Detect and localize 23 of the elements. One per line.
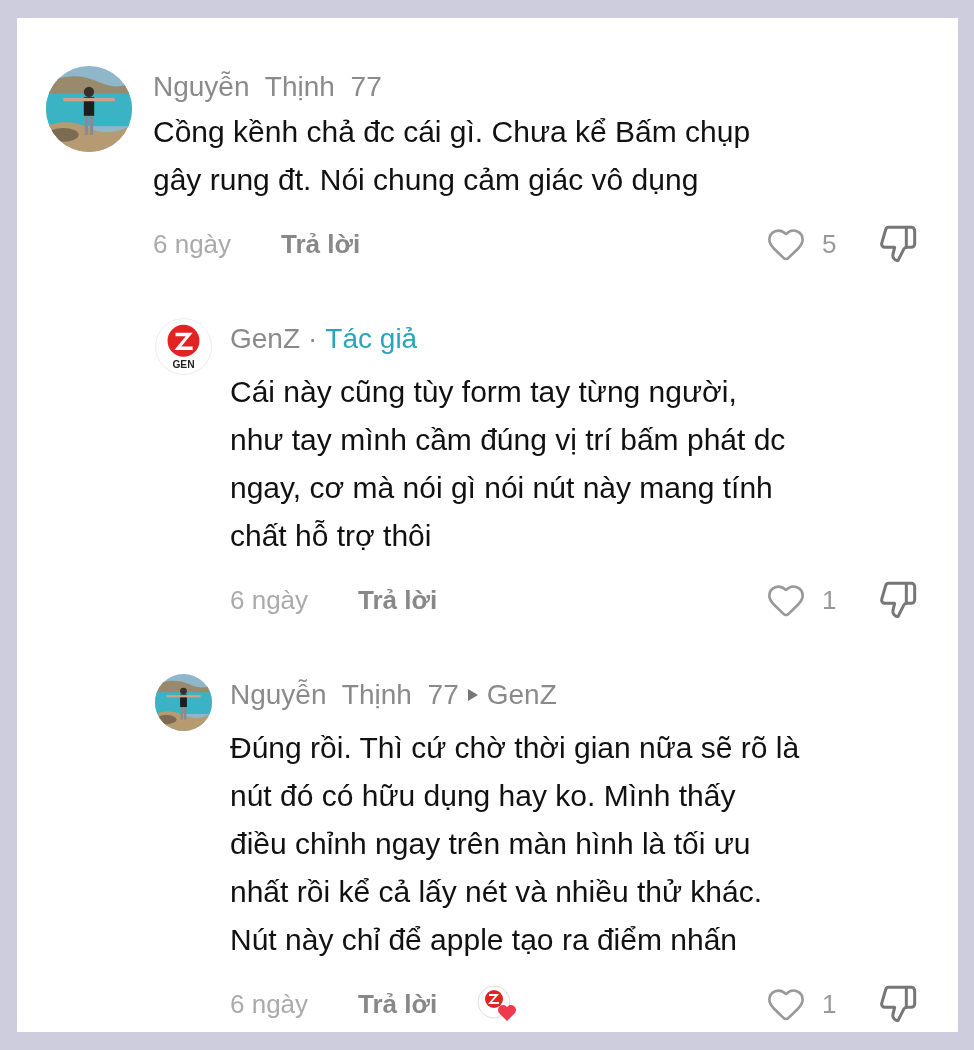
dislike-button[interactable] [878, 580, 918, 620]
reply-link[interactable]: Trả lời [358, 988, 438, 1020]
comment-time: 6 ngày [230, 584, 310, 616]
like-button[interactable]: 1 [766, 580, 878, 620]
comment-text: Cồng kềnh chả đc cái gì. Chưa kể Bấm chụp gây rung đt. Nói chung cảm giác vô dụng [153, 114, 752, 198]
like-button[interactable]: 5 [766, 224, 878, 264]
logo-icon: GEN [155, 318, 212, 375]
author-label: Tác giả [325, 323, 418, 355]
like-button[interactable]: 1 [766, 984, 878, 1024]
comment-time: 6 ngày [230, 988, 310, 1020]
comment-text: Cái này cũng tùy form tay từng người, như tay mình cầm đúng vị trí bấm phát dc ngay, cơ mà nói gì nói nút này mang tính chất hỗ trợ thôi [230, 374, 787, 554]
user-name[interactable]: GenZ [230, 323, 301, 355]
user-name[interactable]: Nguyễn Thịnh 77 [153, 71, 382, 103]
comment-time: 6 ngày [153, 228, 233, 260]
comment-text: Đúng rồi. Thì cứ chờ thời gian nữa sẽ rõ là nút đó có hữu dụng hay ko. Mình thấy điều chỉnh ngay trên màn hình là tối ưu nhất rồi kể cả lấy nét và nhiều thử khác. Nút này chỉ để apple tạo ra điểm nhấn [230, 730, 801, 958]
reply-target[interactable]: GenZ [486, 679, 557, 711]
reply-link[interactable]: Trả lời [281, 228, 361, 260]
dislike-button[interactable] [878, 224, 918, 264]
reply-link[interactable]: Trả lời [358, 584, 438, 616]
separator: · [308, 323, 318, 355]
triangle-icon [466, 688, 479, 702]
user-name[interactable]: Nguyễn Thịnh 77 [230, 679, 459, 711]
dislike-button[interactable] [878, 984, 918, 1024]
